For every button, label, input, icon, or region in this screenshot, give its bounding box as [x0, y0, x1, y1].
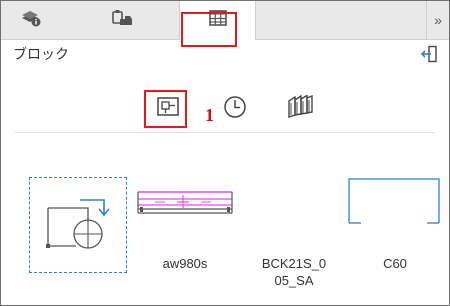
block-label-c60: C60: [383, 256, 407, 271]
tab-layers[interactable]: [1, 1, 61, 39]
layers-info-icon: [20, 9, 42, 32]
block-label-aw980s: aw980s: [162, 256, 208, 271]
block-panel: » ブロック 1 aw980s BCK21S_0 05_SA C60: [0, 0, 450, 306]
tab-highlight-box: [181, 12, 237, 47]
create-block-item[interactable]: [29, 177, 127, 273]
panel-dock-button[interactable]: [420, 45, 439, 68]
block-item-bck21s[interactable]: [247, 177, 341, 237]
clock-icon: [223, 95, 247, 124]
library-button[interactable]: [283, 93, 317, 124]
library-books-icon: [285, 93, 315, 124]
panel-title: ブロック: [13, 47, 69, 63]
block-item-c60[interactable]: [347, 177, 443, 227]
block-label-bck21s-line2: 05_SA: [274, 273, 314, 288]
tab-overflow-button[interactable]: »: [426, 1, 449, 39]
insert-block-highlight-box: [144, 90, 187, 128]
block-label-bck21s: BCK21S_0 05_SA: [241, 255, 347, 289]
toolbar-divider: [15, 132, 435, 133]
block-label-bck21s-line1: BCK21S_0: [261, 256, 327, 271]
overflow-glyph: »: [434, 12, 442, 28]
annotation-number: 1: [205, 105, 214, 125]
clipboard-paste-icon: [110, 9, 136, 32]
tab-clipboard[interactable]: [93, 1, 153, 39]
recent-button[interactable]: [220, 94, 250, 124]
dock-panel-icon: [420, 45, 439, 67]
block-item-aw980s[interactable]: [135, 187, 235, 217]
